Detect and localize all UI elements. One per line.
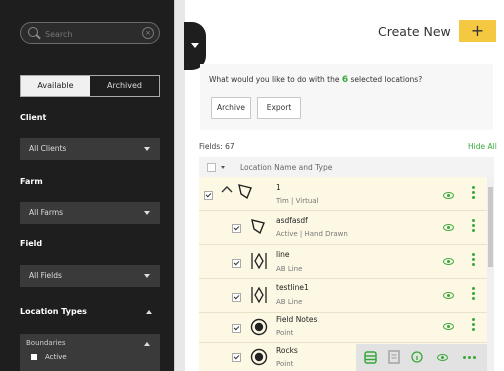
row-checkbox[interactable] bbox=[204, 191, 213, 200]
sidebar: × Available Archived Client All Clients … bbox=[0, 0, 174, 371]
chevron-up-icon[interactable] bbox=[144, 342, 150, 346]
client-dropdown[interactable]: All Clients bbox=[20, 138, 160, 160]
eye-icon[interactable] bbox=[443, 292, 454, 299]
chevron-down-icon bbox=[144, 211, 150, 215]
eye-icon[interactable] bbox=[443, 323, 454, 330]
hide-all-link[interactable]: Hide All bbox=[468, 142, 497, 151]
point-icon bbox=[250, 318, 268, 336]
list-item[interactable]: asdfasdf Active | Hand Drawn bbox=[199, 211, 487, 245]
eye-icon[interactable] bbox=[443, 258, 454, 265]
location-name: testline1 bbox=[276, 283, 309, 292]
boundaries-active-label: Active bbox=[45, 353, 67, 361]
active-checkbox[interactable] bbox=[31, 354, 37, 360]
row-checkbox[interactable] bbox=[232, 224, 241, 233]
location-name: Field Notes bbox=[276, 315, 318, 324]
location-types-label[interactable]: Location Types bbox=[20, 307, 87, 316]
archive-button[interactable]: Archive bbox=[211, 97, 251, 119]
location-name: line bbox=[276, 250, 290, 259]
select-all-checkbox[interactable] bbox=[207, 163, 216, 172]
location-type: AB Line bbox=[276, 298, 303, 306]
create-new-button[interactable]: + bbox=[459, 20, 496, 42]
location-type: Tim | Virtual bbox=[276, 197, 319, 205]
column-header: Location Name and Type bbox=[240, 163, 333, 172]
ab-line-icon bbox=[251, 286, 267, 304]
eye-icon[interactable] bbox=[443, 224, 454, 231]
fields-count: Fields: 67 bbox=[199, 142, 235, 151]
clear-search-icon[interactable]: × bbox=[142, 27, 154, 39]
tab-archived[interactable]: Archived bbox=[90, 76, 159, 96]
chevron-up-icon[interactable] bbox=[221, 185, 233, 193]
list-header: Location Name and Type bbox=[199, 157, 494, 177]
layers-icon[interactable] bbox=[364, 351, 377, 364]
polygon-icon bbox=[238, 184, 252, 200]
availability-toggle: Available Archived bbox=[20, 75, 160, 97]
client-dropdown-value: All Clients bbox=[29, 144, 67, 153]
row-checkbox[interactable] bbox=[232, 259, 241, 268]
list-item[interactable]: 1 Tim | Virtual bbox=[199, 177, 487, 211]
list-item[interactable]: line AB Line bbox=[199, 245, 487, 279]
polygon-icon bbox=[251, 219, 265, 235]
field-label: Field bbox=[20, 239, 43, 248]
selected-count: 6 bbox=[341, 75, 349, 85]
bulk-action-question: What would you like to do with the 6 sel… bbox=[209, 75, 422, 85]
kebab-menu-icon[interactable] bbox=[472, 253, 475, 256]
field-dropdown-value: All Fields bbox=[29, 271, 62, 280]
list-item[interactable]: Field Notes Point bbox=[199, 313, 487, 343]
bulk-action-panel: What would you like to do with the 6 sel… bbox=[200, 64, 493, 130]
location-name: Rocks bbox=[276, 346, 298, 355]
location-type: Point bbox=[276, 329, 294, 337]
ab-line-icon bbox=[251, 252, 267, 270]
kebab-menu-icon[interactable] bbox=[472, 186, 475, 189]
caret-down-icon bbox=[191, 43, 199, 48]
location-name: asdfasdf bbox=[276, 216, 308, 225]
panel-toggle[interactable] bbox=[184, 22, 206, 70]
kebab-menu-icon[interactable] bbox=[472, 219, 475, 222]
farm-dropdown-value: All Farms bbox=[29, 208, 64, 217]
chevron-down-icon bbox=[144, 147, 150, 151]
eye-icon[interactable] bbox=[437, 354, 448, 361]
row-checkbox[interactable] bbox=[232, 353, 241, 362]
info-icon[interactable] bbox=[411, 351, 423, 363]
search-icon bbox=[28, 27, 38, 37]
row-checkbox[interactable] bbox=[232, 293, 241, 302]
point-icon bbox=[250, 348, 268, 366]
kebab-menu-icon[interactable] bbox=[472, 318, 475, 321]
scrollbar-thumb[interactable] bbox=[488, 187, 493, 267]
select-menu-caret-icon[interactable] bbox=[221, 166, 225, 169]
location-name: 1 bbox=[276, 183, 281, 192]
tab-available[interactable]: Available bbox=[21, 76, 90, 96]
list-scrollbar[interactable] bbox=[487, 177, 494, 371]
document-icon[interactable] bbox=[388, 350, 400, 364]
farm-label: Farm bbox=[20, 177, 43, 186]
list-item[interactable]: testline1 AB Line bbox=[199, 279, 487, 313]
location-type: Active | Hand Drawn bbox=[276, 230, 348, 238]
kebab-menu-icon[interactable] bbox=[472, 287, 475, 290]
chevron-up-icon[interactable] bbox=[146, 310, 152, 314]
question-text-start: What would you like to do with the bbox=[209, 75, 340, 84]
row-checkbox[interactable] bbox=[232, 324, 241, 333]
search-input[interactable] bbox=[43, 25, 147, 43]
search-box[interactable]: × bbox=[20, 22, 160, 44]
field-dropdown[interactable]: All Fields bbox=[20, 265, 160, 287]
question-text-end: selected locations? bbox=[350, 75, 423, 84]
boundaries-section: Boundaries Active bbox=[20, 334, 160, 371]
export-button[interactable]: Export bbox=[257, 97, 301, 119]
location-type: AB Line bbox=[276, 265, 303, 273]
row-action-toolbar bbox=[356, 344, 487, 371]
more-options-icon[interactable] bbox=[463, 356, 466, 359]
boundaries-label: Boundaries bbox=[26, 339, 66, 347]
eye-icon[interactable] bbox=[443, 192, 454, 199]
create-new-label: Create New bbox=[378, 24, 451, 39]
farm-dropdown[interactable]: All Farms bbox=[20, 202, 160, 224]
client-label: Client bbox=[20, 113, 47, 122]
chevron-down-icon bbox=[144, 274, 150, 278]
location-type: Point bbox=[276, 360, 294, 368]
